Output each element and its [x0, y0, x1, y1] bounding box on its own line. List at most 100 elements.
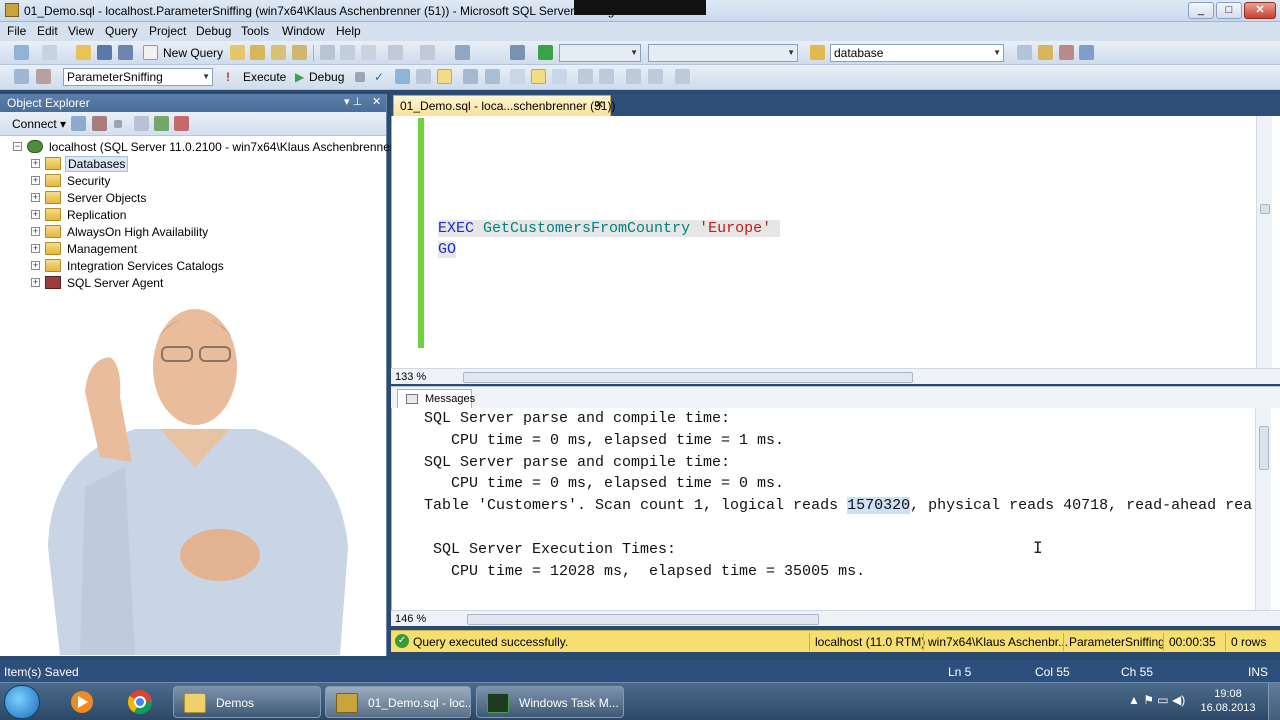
intellisense-icon[interactable] — [437, 69, 452, 84]
undo-icon[interactable] — [388, 45, 403, 60]
parse-checkmark-icon[interactable]: ✓ — [374, 70, 384, 84]
disconnect-icon[interactable] — [36, 69, 51, 84]
menu-query[interactable]: Query — [105, 24, 138, 38]
close-button[interactable]: ✕ — [1244, 2, 1276, 19]
messages-zoom-level[interactable]: 146 % — [395, 613, 426, 625]
copy-icon[interactable] — [340, 45, 355, 60]
messages-pane[interactable]: SQL Server parse and compile time: CPU t… — [391, 408, 1280, 610]
menu-help[interactable]: Help — [336, 24, 361, 38]
show-desktop-button[interactable] — [1268, 683, 1280, 720]
solution-config-combo[interactable]: ▼ — [559, 44, 641, 62]
open-file-icon[interactable] — [76, 45, 91, 60]
tab-messages[interactable]: Messages — [397, 389, 475, 409]
clock[interactable]: 19:08 16.08.2013 — [1198, 687, 1258, 715]
connect-icon[interactable] — [14, 69, 29, 84]
debug-button[interactable]: Debug — [309, 70, 344, 84]
close-panel-icon[interactable]: ✕ — [372, 95, 381, 108]
pin-icon[interactable]: ▾ ⊥ — [344, 95, 362, 108]
expand-icon[interactable]: + — [31, 227, 40, 236]
new-query-icon[interactable] — [143, 45, 158, 60]
messages-vertical-scrollbar[interactable] — [1255, 408, 1271, 610]
messages-horizontal-scrollbar[interactable]: 146 % — [391, 610, 1280, 626]
solution-explorer-icon[interactable] — [510, 45, 525, 60]
navigate-icon[interactable] — [455, 45, 470, 60]
editor-horizontal-scrollbar[interactable]: 133 % — [391, 368, 1280, 384]
specify-values-icon[interactable] — [675, 69, 690, 84]
menu-edit[interactable]: Edit — [37, 24, 58, 38]
display-plan-icon[interactable] — [395, 69, 410, 84]
close-tab-icon[interactable]: ✕ — [595, 98, 604, 111]
results-to-grid-icon[interactable] — [531, 69, 546, 84]
redo-icon[interactable] — [420, 45, 435, 60]
menu-debug[interactable]: Debug — [196, 24, 231, 38]
expand-icon[interactable]: + — [31, 176, 40, 185]
editor-hscroll-thumb[interactable] — [463, 372, 913, 383]
decrease-indent-icon[interactable] — [626, 69, 641, 84]
expand-icon[interactable]: + — [31, 261, 40, 270]
expand-icon[interactable]: + — [31, 193, 40, 202]
expand-icon[interactable]: + — [31, 244, 40, 253]
messages-scroll-thumb[interactable] — [1259, 426, 1269, 470]
xmla-query-icon[interactable] — [292, 45, 307, 60]
expand-icon[interactable]: + — [31, 278, 40, 287]
find-in-files-icon[interactable] — [810, 45, 825, 60]
menu-tools[interactable]: Tools — [241, 24, 269, 38]
results-to-file-icon[interactable] — [552, 69, 567, 84]
cut-icon[interactable] — [320, 45, 335, 60]
execute-icon[interactable]: ! — [226, 70, 230, 84]
menu-window[interactable]: Window — [282, 24, 325, 38]
find-combo[interactable]: ▼ — [648, 44, 798, 62]
editor-zoom-level[interactable]: 133 % — [395, 371, 426, 383]
task-task-manager[interactable]: Windows Task M... — [476, 686, 624, 718]
client-statistics-icon[interactable] — [485, 69, 500, 84]
add-item-icon[interactable] — [42, 45, 57, 60]
analysis-query-icon[interactable] — [250, 45, 265, 60]
task-ssms[interactable]: 01_Demo.sql - loc... — [325, 686, 471, 718]
new-project-icon[interactable] — [14, 45, 29, 60]
query-editor[interactable]: EXEC GetCustomersFromCountry 'Europe' GO — [391, 116, 1280, 368]
query-designer-icon[interactable] — [416, 69, 431, 84]
start-button[interactable] — [4, 685, 40, 719]
properties-icon[interactable] — [1079, 45, 1094, 60]
chrome-icon[interactable] — [114, 687, 166, 717]
code-line-go[interactable]: GO — [438, 241, 457, 258]
code-line-exec[interactable]: EXEC GetCustomersFromCountry 'Europe' — [438, 220, 781, 237]
connect-object-explorer-icon[interactable] — [71, 116, 86, 131]
minimize-button[interactable]: _ — [1188, 2, 1214, 19]
results-to-text-icon[interactable] — [510, 69, 525, 84]
filter-icon[interactable] — [134, 116, 149, 131]
comment-icon[interactable] — [578, 69, 593, 84]
refresh-icon[interactable] — [154, 116, 169, 131]
increase-indent-icon[interactable] — [648, 69, 663, 84]
start-icon[interactable] — [538, 45, 553, 60]
expand-icon[interactable]: + — [31, 210, 40, 219]
collapse-icon[interactable]: − — [13, 142, 22, 151]
expand-icon[interactable]: + — [31, 159, 40, 168]
menu-view[interactable]: View — [68, 24, 94, 38]
debug-play-icon[interactable]: ▶ — [295, 70, 304, 84]
menu-project[interactable]: Project — [149, 24, 186, 38]
mdx-query-icon[interactable] — [271, 45, 286, 60]
include-plan-icon[interactable] — [463, 69, 478, 84]
task-demos-folder[interactable]: Demos — [173, 686, 321, 718]
editor-vertical-scrollbar[interactable] — [1256, 116, 1272, 368]
find-text-combo[interactable]: database ▼ — [830, 44, 1004, 62]
object-explorer-icon[interactable] — [1038, 45, 1053, 60]
save-all-icon[interactable] — [118, 45, 133, 60]
maximize-button[interactable]: □ — [1216, 2, 1242, 19]
execute-button[interactable]: Execute — [243, 70, 286, 84]
stop-icon[interactable] — [114, 120, 122, 128]
media-player-icon[interactable] — [56, 687, 108, 717]
messages-hscroll-thumb[interactable] — [467, 614, 819, 625]
cancel-query-icon[interactable] — [355, 72, 365, 82]
activity-monitor-icon[interactable] — [174, 116, 189, 131]
editor-scroll-thumb[interactable] — [1260, 204, 1270, 214]
database-engine-query-icon[interactable] — [230, 45, 245, 60]
available-databases-combo[interactable]: ParameterSniffing ▼ — [63, 68, 213, 86]
paste-icon[interactable] — [361, 45, 376, 60]
tab-01-demo-sql[interactable]: 01_Demo.sql - loca...schenbrenner (51)) … — [393, 95, 615, 116]
menu-file[interactable]: File — [7, 24, 26, 38]
save-icon[interactable] — [97, 45, 112, 60]
uncomment-icon[interactable] — [599, 69, 614, 84]
connect-dropdown[interactable]: Connect ▾ — [12, 117, 66, 131]
